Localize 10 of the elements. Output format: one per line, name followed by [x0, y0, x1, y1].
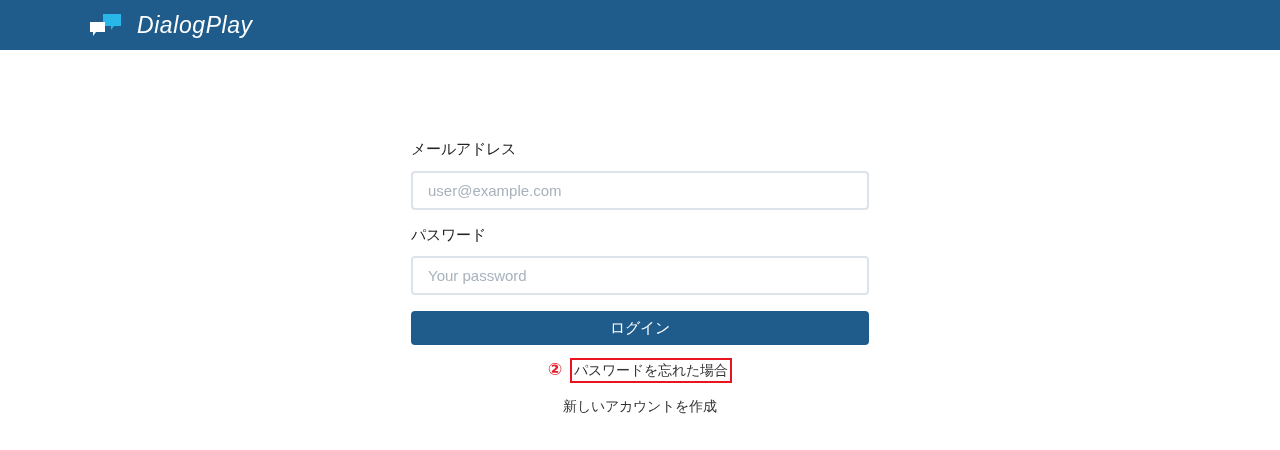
field-label: パスワード — [411, 224, 487, 246]
text-link[interactable]: パスワードを忘れた場合 — [570, 357, 733, 383]
login-button[interactable]: ログイン — [411, 311, 869, 345]
brand-name: DialogPlay — [137, 10, 253, 40]
text-link[interactable]: 新しいアカウントを作成 — [559, 393, 721, 419]
step-number: ② — [547, 358, 563, 382]
field-label: メールアドレス — [411, 139, 517, 160]
chat-bubbles-icon — [89, 12, 123, 38]
input-field[interactable]: user@example.com — [411, 170, 869, 210]
input-field[interactable]: Your password — [411, 256, 869, 295]
